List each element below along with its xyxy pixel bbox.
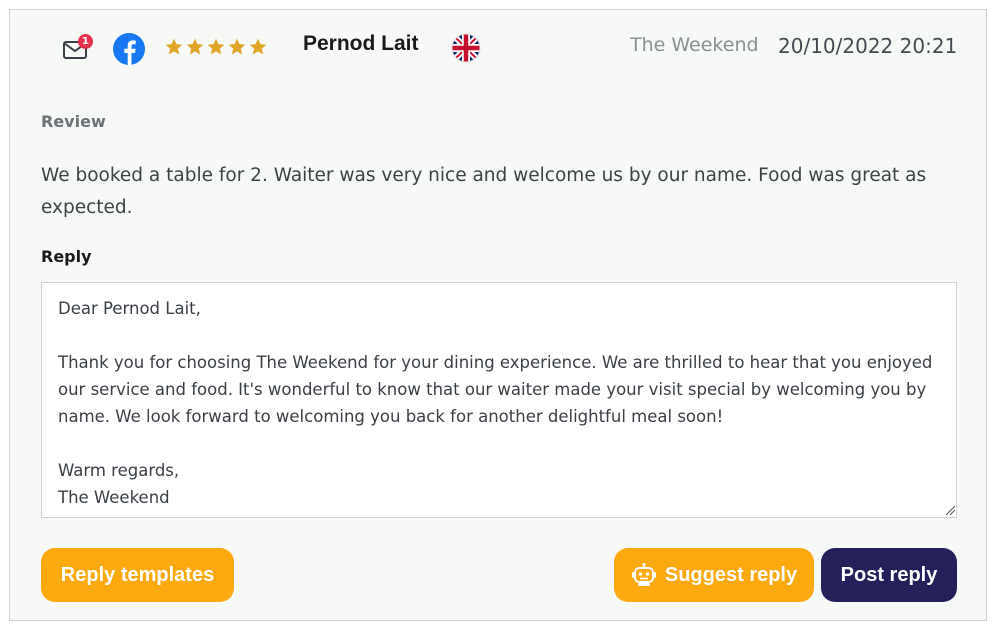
resize-grip-icon[interactable]: [944, 504, 956, 516]
star-icon: [165, 38, 183, 55]
reply-templates-button[interactable]: Reply templates: [41, 548, 234, 602]
suggest-reply-button[interactable]: Suggest reply: [614, 548, 814, 602]
rating-stars: [164, 37, 268, 59]
reply-textarea[interactable]: Dear Pernod Lait, Thank you for choosing…: [41, 282, 957, 518]
reply-label: Reply: [41, 247, 92, 266]
star-icon: [186, 38, 204, 55]
suggest-reply-label: Suggest reply: [664, 563, 798, 586]
reviewer-name: Pernod Lait: [303, 32, 419, 55]
review-card: 1 Pernod Lait The Weekend 20/10/2022 20:…: [9, 9, 987, 621]
uk-flag-icon: [451, 33, 481, 63]
review-datetime: 20/10/2022 20:21: [778, 34, 958, 58]
facebook-icon[interactable]: [112, 32, 146, 66]
star-icon: [228, 38, 246, 55]
review-text: We booked a table for 2. Waiter was very…: [41, 165, 927, 218]
business-name: The Weekend: [630, 34, 759, 56]
star-icon: [207, 38, 225, 55]
post-reply-label: Post reply: [840, 563, 938, 586]
post-reply-button[interactable]: Post reply: [821, 548, 957, 602]
reply-templates-label: Reply templates: [60, 563, 215, 586]
star-icon: [249, 38, 267, 55]
mail-badge-count: 1: [78, 34, 93, 49]
review-label: Review: [41, 112, 106, 131]
review-header: 1 Pernod Lait The Weekend 20/10/2022 20:…: [10, 10, 986, 86]
robot-icon: [631, 562, 656, 586]
